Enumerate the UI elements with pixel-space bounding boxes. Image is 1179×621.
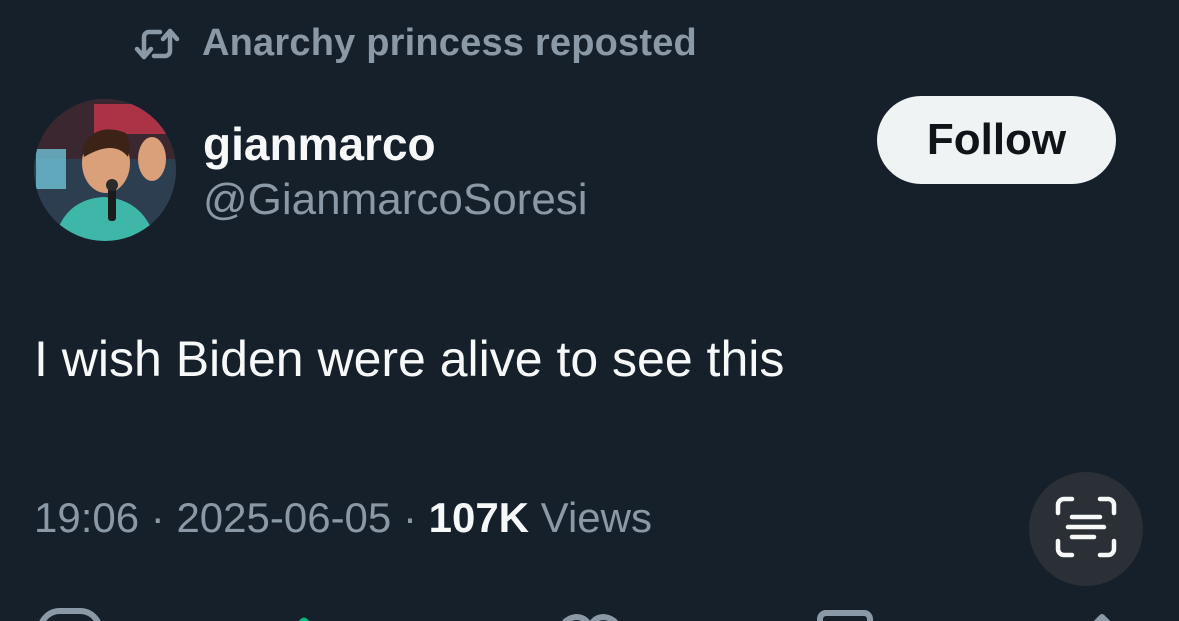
repost-banner[interactable]: Anarchy princess reposted (134, 22, 697, 65)
tweet-time[interactable]: 19:06 (34, 494, 139, 541)
tweet-date[interactable]: 2025-06-05 (176, 494, 391, 541)
bookmark-button[interactable] (816, 595, 876, 621)
repost-banner-text: Anarchy princess reposted (202, 22, 697, 64)
author-info: gianmarco @GianmarcoSoresi (203, 118, 588, 226)
like-button[interactable] (552, 595, 628, 621)
follow-button[interactable]: Follow (877, 96, 1116, 184)
tweet-meta: 19:06 · 2025-06-05 · 107K Views (34, 492, 652, 544)
reply-button[interactable] (34, 595, 106, 621)
heart-icon (552, 605, 628, 621)
meta-separator: · (139, 494, 177, 541)
views-label: Views (529, 494, 652, 541)
avatar[interactable] (34, 99, 176, 241)
action-bar (0, 595, 1179, 621)
text-scan-icon (1054, 495, 1118, 564)
repost-action-icon (282, 605, 372, 621)
views-count[interactable]: 107K (429, 494, 529, 541)
share-icon (1082, 605, 1122, 621)
tweet-text: I wish Biden were alive to see this (34, 331, 785, 387)
display-name[interactable]: gianmarco (203, 118, 588, 170)
repost-icon (134, 25, 180, 63)
bookmark-icon (816, 605, 876, 621)
share-button[interactable] (1082, 595, 1122, 621)
meta-separator: · (391, 494, 429, 541)
reply-icon (34, 605, 106, 621)
user-handle[interactable]: @GianmarcoSoresi (203, 174, 588, 226)
repost-button[interactable] (282, 595, 372, 621)
text-scan-button[interactable] (1029, 472, 1143, 586)
